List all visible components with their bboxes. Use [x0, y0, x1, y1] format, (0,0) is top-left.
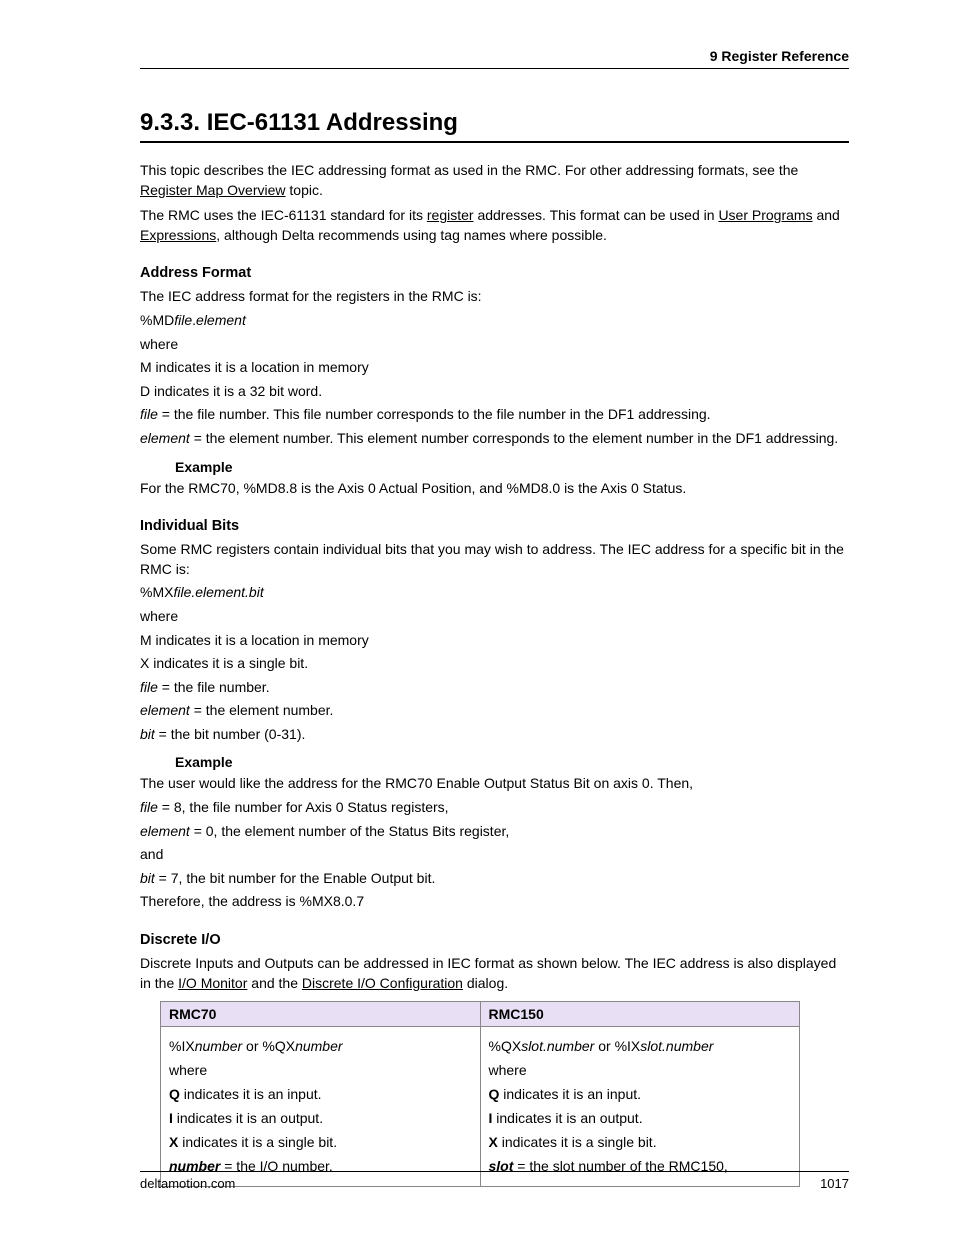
- text: M indicates it is a location in memory: [140, 631, 849, 651]
- page-header: 9 Register Reference: [140, 48, 849, 69]
- text: D indicates it is a 32 bit word.: [140, 382, 849, 402]
- text: file.element.bit: [173, 584, 263, 600]
- text: X: [169, 1134, 178, 1150]
- text: element = the element number. This eleme…: [140, 429, 849, 449]
- table-row: %IXnumber or %QXnumber where Q indicates…: [161, 1027, 800, 1187]
- link-register[interactable]: register: [427, 207, 474, 223]
- cell-rmc150: %QXslot.number or %IXslot.number where Q…: [480, 1027, 800, 1187]
- page-title: 9.3.3. IEC-61131 Addressing: [140, 109, 849, 143]
- text: addresses. This format can be used in: [474, 207, 719, 223]
- text: element: [140, 430, 190, 446]
- text: indicates it is a single bit.: [498, 1134, 657, 1150]
- text: indicates it is an output.: [492, 1110, 642, 1126]
- text: The RMC uses the IEC-61131 standard for …: [140, 207, 427, 223]
- text: Q: [169, 1086, 180, 1102]
- text: file: [140, 406, 158, 422]
- text: file: [140, 679, 158, 695]
- text: Q: [489, 1086, 500, 1102]
- discrete-io-table: RMC70 RMC150 %IXnumber or %QXnumber wher…: [160, 1001, 800, 1187]
- text: = 0, the element number of the Status Bi…: [190, 823, 509, 839]
- text: topic.: [286, 182, 323, 198]
- page-footer: deltamotion.com 1017: [140, 1171, 849, 1191]
- text: and: [140, 845, 849, 865]
- text: where: [169, 1060, 472, 1081]
- example-label: Example: [175, 459, 849, 475]
- link-register-map-overview[interactable]: Register Map Overview: [140, 182, 286, 198]
- text: slot.number: [521, 1038, 594, 1054]
- intro-para-1: This topic describes the IEC addressing …: [140, 161, 849, 200]
- format-line: %MXfile.element.bit: [140, 583, 849, 603]
- text: element: [140, 702, 190, 718]
- text: bit: [140, 870, 155, 886]
- text: = 8, the file number for Axis 0 Status r…: [158, 799, 449, 815]
- col-header-rmc150: RMC150: [480, 1002, 800, 1027]
- link-user-programs[interactable]: User Programs: [718, 207, 812, 223]
- text: file: [174, 312, 192, 328]
- footer-page-number: 1017: [820, 1176, 849, 1191]
- format-line: %MDfile.element: [140, 311, 849, 331]
- text: indicates it is an input.: [180, 1086, 322, 1102]
- text: bit: [140, 726, 155, 742]
- text: number: [195, 1038, 242, 1054]
- text: The user would like the address for the …: [140, 774, 849, 794]
- text: %QX: [489, 1038, 522, 1054]
- text: Some RMC registers contain individual bi…: [140, 540, 849, 579]
- text: = the file number. This file number corr…: [158, 406, 711, 422]
- text: element: [140, 823, 190, 839]
- text: and the: [247, 975, 302, 991]
- text: number: [295, 1038, 342, 1054]
- text: file = the file number.: [140, 678, 849, 698]
- footer-site: deltamotion.com: [140, 1176, 235, 1191]
- text: element: [196, 312, 246, 328]
- text: element = the element number.: [140, 701, 849, 721]
- link-expressions[interactable]: Expressions: [140, 227, 216, 243]
- text: = the element number.: [190, 702, 334, 718]
- text: indicates it is an output.: [173, 1110, 323, 1126]
- link-discrete-io-config[interactable]: Discrete I/O Configuration: [302, 975, 463, 991]
- text: where: [140, 607, 849, 627]
- text: element = 0, the element number of the S…: [140, 822, 849, 842]
- text: This topic describes the IEC addressing …: [140, 162, 798, 178]
- example-text: For the RMC70, %MD8.8 is the Axis 0 Actu…: [140, 479, 849, 499]
- text: or %QX: [242, 1038, 295, 1054]
- heading-discrete-io: Discrete I/O: [140, 932, 849, 948]
- text: = the file number.: [158, 679, 270, 695]
- text: M indicates it is a location in memory: [140, 358, 849, 378]
- text: file = 8, the file number for Axis 0 Sta…: [140, 798, 849, 818]
- example-label: Example: [175, 754, 849, 770]
- text: , although Delta recommends using tag na…: [216, 227, 607, 243]
- text: indicates it is a single bit.: [178, 1134, 337, 1150]
- heading-address-format: Address Format: [140, 265, 849, 281]
- text: and: [813, 207, 840, 223]
- text: %MD: [140, 312, 174, 328]
- cell-rmc70: %IXnumber or %QXnumber where Q indicates…: [161, 1027, 481, 1187]
- text: where: [140, 335, 849, 355]
- text: indicates it is an input.: [499, 1086, 641, 1102]
- text: dialog.: [463, 975, 508, 991]
- col-header-rmc70: RMC70: [161, 1002, 481, 1027]
- text: or %IX: [594, 1038, 640, 1054]
- text: %MX: [140, 584, 173, 600]
- text: file: [140, 799, 158, 815]
- text: bit = 7, the bit number for the Enable O…: [140, 869, 849, 889]
- text: = the element number. This element numbe…: [190, 430, 838, 446]
- text: file = the file number. This file number…: [140, 405, 849, 425]
- text: The IEC address format for the registers…: [140, 287, 849, 307]
- table-header-row: RMC70 RMC150: [161, 1002, 800, 1027]
- heading-individual-bits: Individual Bits: [140, 518, 849, 534]
- text: Discrete Inputs and Outputs can be addre…: [140, 954, 849, 993]
- text: X: [489, 1134, 498, 1150]
- intro-para-2: The RMC uses the IEC-61131 standard for …: [140, 206, 849, 245]
- text: bit = the bit number (0-31).: [140, 725, 849, 745]
- text: Therefore, the address is %MX8.0.7: [140, 892, 849, 912]
- text: = 7, the bit number for the Enable Outpu…: [155, 870, 436, 886]
- text: = the bit number (0-31).: [155, 726, 306, 742]
- text: slot.number: [640, 1038, 713, 1054]
- text: X indicates it is a single bit.: [140, 654, 849, 674]
- text: where: [489, 1060, 792, 1081]
- text: %IX: [169, 1038, 195, 1054]
- link-io-monitor[interactable]: I/O Monitor: [178, 975, 247, 991]
